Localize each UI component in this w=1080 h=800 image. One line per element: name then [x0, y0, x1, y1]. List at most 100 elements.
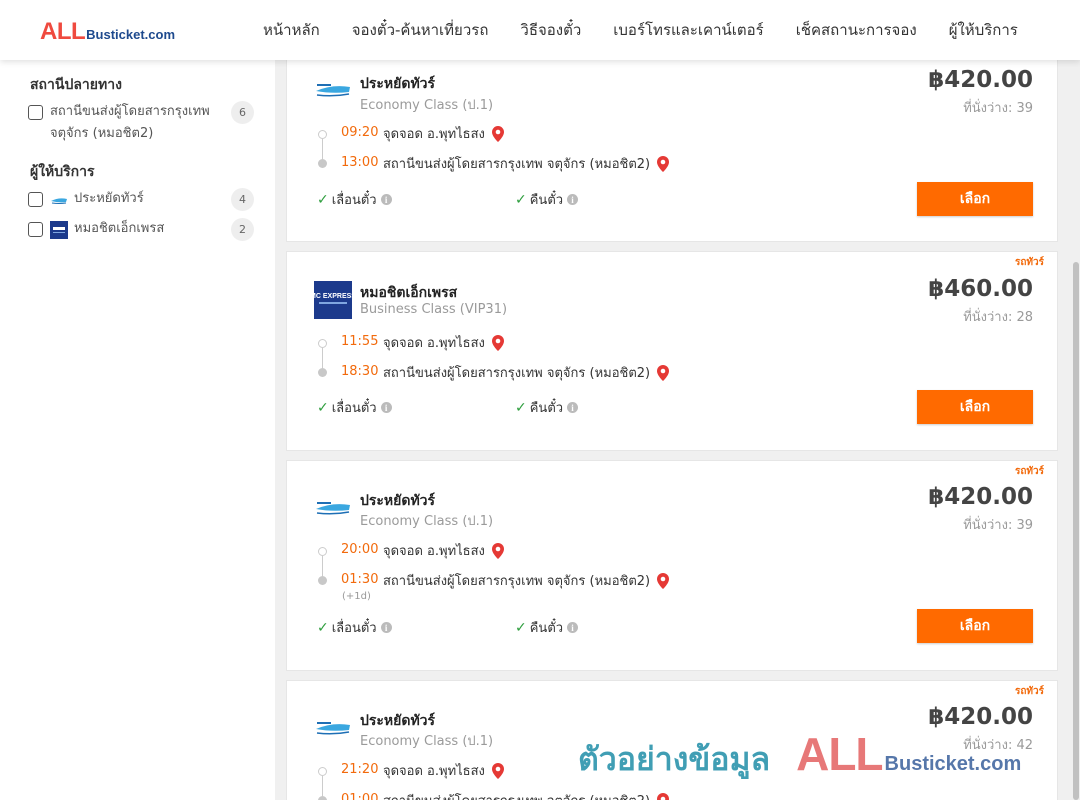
- arrival-place-label: สถานีขนส่งผู้โดยสารกรุงเทพ จตุจักร (หมอช…: [383, 366, 651, 381]
- map-pin-icon[interactable]: [491, 125, 504, 142]
- operator-count-badge: 4: [231, 188, 254, 211]
- timeline-line: [322, 348, 323, 368]
- select-button[interactable]: เลือก: [917, 609, 1033, 643]
- mochit-express-logo-icon: [50, 221, 68, 239]
- select-button[interactable]: เลือก: [917, 390, 1033, 424]
- trip-card: รถทัวร์ ประหยัดทัวร์ Economy Class (ป.1)…: [286, 680, 1058, 800]
- ticket-price: ฿420.00: [928, 484, 1033, 510]
- operator-checkbox[interactable]: [28, 222, 43, 237]
- destination-filter-item[interactable]: สถานีขนส่งผู้โดยสารกรุงเทพ จตุจักร (หมอช…: [28, 101, 254, 145]
- departure-marker: [318, 547, 327, 556]
- svg-text:MC EXPRESS: MC EXPRESS: [314, 293, 352, 300]
- bus-type-badge: รถทัวร์: [1014, 466, 1044, 477]
- info-icon[interactable]: i: [567, 194, 579, 205]
- trip-card: รถทัวร์ MC EXPRESS หมอชิตเอ็กเพรส Busine…: [286, 251, 1058, 451]
- prayat-tour-logo-icon: [316, 722, 350, 735]
- info-icon[interactable]: i: [380, 402, 392, 413]
- departure-time: 11:55: [341, 334, 379, 349]
- nav-check-booking[interactable]: เช็คสถานะการจอง: [780, 18, 933, 42]
- destination-checkbox[interactable]: [28, 105, 43, 120]
- map-pin-icon[interactable]: [657, 364, 670, 381]
- departure-place[interactable]: จุดจอด อ.พุทไธสง: [383, 760, 504, 781]
- destination-filter-title: สถานีปลายทาง: [30, 77, 122, 93]
- logo-domain-text: Busticket.com: [86, 27, 176, 42]
- map-pin-icon[interactable]: [657, 155, 670, 172]
- check-icon: ✓: [515, 619, 527, 636]
- refund-ticket-policy: ✓ คืนตั๋ว i: [515, 189, 579, 210]
- timeline-line: [322, 139, 323, 159]
- arrival-marker: [318, 368, 327, 377]
- destination-label: สถานีขนส่งผู้โดยสารกรุงเทพ จตุจักร (หมอช…: [50, 104, 210, 141]
- arrival-place[interactable]: สถานีขนส่งผู้โดยสารกรุงเทพ จตุจักร (หมอช…: [383, 570, 670, 591]
- arrival-place[interactable]: สถานีขนส่งผู้โดยสารกรุงเทพ จตุจักร (หมอช…: [383, 362, 670, 383]
- nav-book-search[interactable]: จองตั๋ว-ค้นหาเที่ยวรถ: [336, 18, 505, 42]
- logo-all-text: ALL: [40, 18, 86, 45]
- departure-marker: [318, 339, 327, 348]
- operator-name: ประหยัดทัวร์: [360, 76, 436, 92]
- prayat-tour-logo-icon: [51, 198, 67, 204]
- nav-contact-counters[interactable]: เบอร์โทรและเคาน์เตอร์: [597, 18, 779, 42]
- bus-class: Economy Class (ป.1): [360, 734, 494, 749]
- map-pin-icon[interactable]: [491, 542, 504, 559]
- info-icon[interactable]: i: [567, 622, 579, 633]
- arrival-time: 13:00: [341, 155, 379, 170]
- timeline-line: [322, 556, 323, 576]
- change-ticket-policy: ✓ เลื่อนตั๋ว i: [317, 397, 392, 418]
- departure-place-label: จุดจอด อ.พุทไธสง: [383, 764, 485, 779]
- ticket-price: ฿420.00: [928, 67, 1033, 93]
- arrival-place[interactable]: สถานีขนส่งผู้โดยสารกรุงเทพ จตุจักร (หมอช…: [383, 790, 670, 800]
- nav-home[interactable]: หน้าหลัก: [247, 18, 336, 42]
- departure-place[interactable]: จุดจอด อ.พุทไธสง: [383, 540, 504, 561]
- refund-ticket-policy: ✓ คืนตั๋ว i: [515, 397, 579, 418]
- check-icon: ✓: [317, 399, 329, 416]
- departure-time: 09:20: [341, 125, 379, 140]
- ticket-price: ฿460.00: [928, 276, 1033, 302]
- nav-how-to-book[interactable]: วิธีจองตั๋ว: [504, 18, 597, 42]
- operator-name: ประหยัดทัวร์: [360, 493, 436, 509]
- departure-marker: [318, 130, 327, 139]
- destination-count-badge: 6: [231, 101, 254, 124]
- operator-filter-item[interactable]: หมอชิตเอ็กเพรส 2: [28, 218, 254, 241]
- trip-card: ประหยัดทัวร์ Economy Class (ป.1) ฿420.00…: [286, 50, 1058, 242]
- info-icon[interactable]: i: [567, 402, 579, 413]
- timeline-line: [322, 776, 323, 796]
- map-pin-icon[interactable]: [657, 792, 670, 800]
- arrival-place-label: สถานีขนส่งผู้โดยสารกรุงเทพ จตุจักร (หมอช…: [383, 157, 651, 172]
- info-icon[interactable]: i: [380, 622, 392, 633]
- map-pin-icon[interactable]: [491, 762, 504, 779]
- arrival-place-label: สถานีขนส่งผู้โดยสารกรุงเทพ จตุจักร (หมอช…: [383, 574, 651, 589]
- departure-time: 21:20: [341, 762, 379, 777]
- map-pin-icon[interactable]: [491, 334, 504, 351]
- main-nav: หน้าหลัก จองตั๋ว-ค้นหาเที่ยวรถ วิธีจองตั…: [247, 0, 1034, 60]
- trip-card: รถทัวร์ ประหยัดทัวร์ Economy Class (ป.1)…: [286, 460, 1058, 671]
- bus-type-badge: รถทัวร์: [1014, 686, 1044, 697]
- departure-place-label: จุดจอด อ.พุทไธสง: [383, 544, 485, 559]
- select-button[interactable]: เลือก: [917, 182, 1033, 216]
- departure-place-label: จุดจอด อ.พุทไธสง: [383, 336, 485, 351]
- departure-place[interactable]: จุดจอด อ.พุทไธสง: [383, 332, 504, 353]
- ticket-price: ฿420.00: [928, 704, 1033, 730]
- seats-available: ที่นั่งว่าง: 28: [963, 310, 1033, 325]
- change-ticket-label: เลื่อนตั๋ว: [331, 621, 377, 636]
- site-logo[interactable]: ALL Busticket.com: [40, 18, 175, 46]
- page-scrollbar-thumb[interactable]: [1073, 262, 1079, 800]
- change-ticket-policy: ✓ เลื่อนตั๋ว i: [317, 189, 392, 210]
- operator-filter-item[interactable]: ประหยัดทัวร์ 4: [28, 188, 254, 211]
- arrival-marker: [318, 796, 327, 800]
- map-pin-icon[interactable]: [657, 572, 670, 589]
- filter-sidebar: สถานีปลายทาง สถานีขนส่งผู้โดยสารกรุงเทพ …: [0, 60, 275, 800]
- arrival-place[interactable]: สถานีขนส่งผู้โดยสารกรุงเทพ จตุจักร (หมอช…: [383, 153, 670, 174]
- arrival-marker: [318, 159, 327, 168]
- operator-checkbox[interactable]: [28, 192, 43, 207]
- operator-count-badge: 2: [231, 218, 254, 241]
- refund-ticket-label: คืนตั๋ว: [529, 401, 564, 416]
- departure-place[interactable]: จุดจอด อ.พุทไธสง: [383, 123, 504, 144]
- refund-ticket-label: คืนตั๋ว: [529, 193, 564, 208]
- nav-operators[interactable]: ผู้ให้บริการ: [933, 18, 1034, 42]
- arrival-marker: [318, 576, 327, 585]
- departure-time: 20:00: [341, 542, 379, 557]
- info-icon[interactable]: i: [380, 194, 392, 205]
- check-icon: ✓: [317, 191, 329, 208]
- change-ticket-label: เลื่อนตั๋ว: [331, 401, 377, 416]
- operator-filter-title: ผู้ให้บริการ: [30, 164, 95, 180]
